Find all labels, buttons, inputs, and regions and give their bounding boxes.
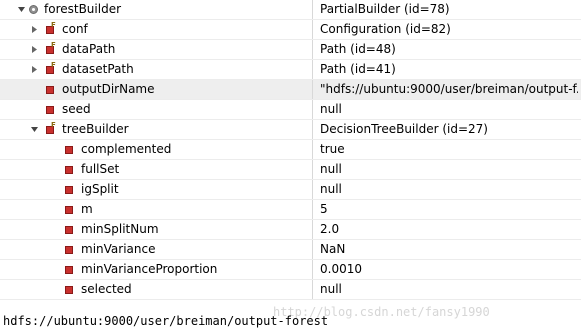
name-cell: igSplit [0, 180, 313, 199]
variable-name: minSplitNum [81, 222, 159, 236]
variable-row-complemented[interactable]: complemented true [0, 140, 581, 160]
variable-value[interactable]: null [320, 160, 578, 179]
variable-row-outputDirName[interactable]: outputDirName "hdfs://ubuntu:9000/user/b… [0, 80, 581, 100]
expand-arrow-icon[interactable] [30, 65, 39, 74]
name-cell: selected [0, 280, 313, 299]
private-field-icon [65, 206, 73, 214]
private-field-icon [65, 186, 73, 194]
variable-row-conf[interactable]: F conf Configuration (id=82) [0, 20, 581, 40]
variable-value[interactable]: 2.0 [320, 220, 578, 239]
variable-value[interactable]: Configuration (id=82) [320, 20, 578, 39]
variable-name: fullSet [81, 162, 120, 176]
private-field-icon [65, 146, 73, 154]
variable-row-dataPath[interactable]: F dataPath Path (id=48) [0, 40, 581, 60]
name-cell: F dataPath [0, 40, 313, 59]
variable-value[interactable]: true [320, 140, 578, 159]
variable-name: forestBuilder [44, 2, 122, 16]
variable-name: minVarianceProportion [81, 262, 218, 276]
variable-row-minVarianceProportion[interactable]: minVarianceProportion 0.0010 [0, 260, 581, 280]
private-field-icon [46, 86, 54, 94]
name-cell: minVariance [0, 240, 313, 259]
final-field-icon: F [51, 41, 56, 49]
variable-name: outputDirName [62, 82, 155, 96]
variable-row-igSplit[interactable]: igSplit null [0, 180, 581, 200]
name-cell: F conf [0, 20, 313, 39]
private-field-icon [65, 246, 73, 254]
variable-name: minVariance [81, 242, 156, 256]
expand-arrow-icon[interactable] [30, 25, 39, 34]
final-field-icon: F [51, 61, 56, 69]
variables-tree: forestBuilder PartialBuilder (id=78) F c… [0, 0, 581, 301]
name-cell: forestBuilder [0, 0, 313, 19]
variable-name: conf [62, 22, 88, 36]
variable-value[interactable]: PartialBuilder (id=78) [320, 0, 578, 19]
name-cell: complemented [0, 140, 313, 159]
variable-value[interactable]: "hdfs://ubuntu:9000/user/breiman/output-… [320, 80, 578, 99]
detail-pane-text[interactable]: hdfs://ubuntu:9000/user/breiman/output-f… [3, 311, 328, 331]
variable-name: igSplit [81, 182, 119, 196]
name-cell: fullSet [0, 160, 313, 179]
variable-name: complemented [81, 142, 172, 156]
variable-name: dataPath [62, 42, 116, 56]
variable-row-selected[interactable]: selected null [0, 280, 581, 300]
collapse-arrow-icon[interactable] [30, 125, 39, 134]
private-field-icon [65, 166, 73, 174]
variable-name: m [81, 202, 93, 216]
variable-value[interactable]: Path (id=48) [320, 40, 578, 59]
variable-value[interactable]: 0.0010 [320, 260, 578, 279]
variable-name: datasetPath [62, 62, 134, 76]
name-cell: minSplitNum [0, 220, 313, 239]
variable-name: treeBuilder [62, 122, 129, 136]
variable-value[interactable]: DecisionTreeBuilder (id=27) [320, 120, 578, 139]
final-field-icon: F [51, 121, 56, 129]
private-field-icon [65, 226, 73, 234]
name-cell: F treeBuilder [0, 120, 313, 139]
private-field-icon [46, 106, 54, 114]
variable-row-seed[interactable]: seed null [0, 100, 581, 120]
variable-row-minVariance[interactable]: minVariance NaN [0, 240, 581, 260]
root-object-icon [29, 5, 38, 14]
name-cell: minVarianceProportion [0, 260, 313, 279]
name-cell: m [0, 200, 313, 219]
variable-name: selected [81, 282, 132, 296]
private-field-icon [65, 266, 73, 274]
collapse-arrow-icon[interactable] [17, 5, 26, 14]
variable-value[interactable]: null [320, 180, 578, 199]
variable-name: seed [62, 102, 91, 116]
expand-arrow-icon[interactable] [30, 45, 39, 54]
private-field-icon [65, 286, 73, 294]
name-cell: seed [0, 100, 313, 119]
final-field-icon: F [51, 21, 56, 29]
variable-value[interactable]: 5 [320, 200, 578, 219]
variable-row-treeBuilder[interactable]: F treeBuilder DecisionTreeBuilder (id=27… [0, 120, 581, 140]
variable-value[interactable]: Path (id=41) [320, 60, 578, 79]
variable-row-datasetPath[interactable]: F datasetPath Path (id=41) [0, 60, 581, 80]
name-cell: outputDirName [0, 80, 313, 99]
variable-value[interactable]: null [320, 100, 578, 119]
variable-row-fullSet[interactable]: fullSet null [0, 160, 581, 180]
variable-row-minSplitNum[interactable]: minSplitNum 2.0 [0, 220, 581, 240]
variable-value[interactable]: NaN [320, 240, 578, 259]
variable-row-m[interactable]: m 5 [0, 200, 581, 220]
name-cell: F datasetPath [0, 60, 313, 79]
variable-row-forestBuilder[interactable]: forestBuilder PartialBuilder (id=78) [0, 0, 581, 20]
variable-value[interactable]: null [320, 280, 578, 299]
